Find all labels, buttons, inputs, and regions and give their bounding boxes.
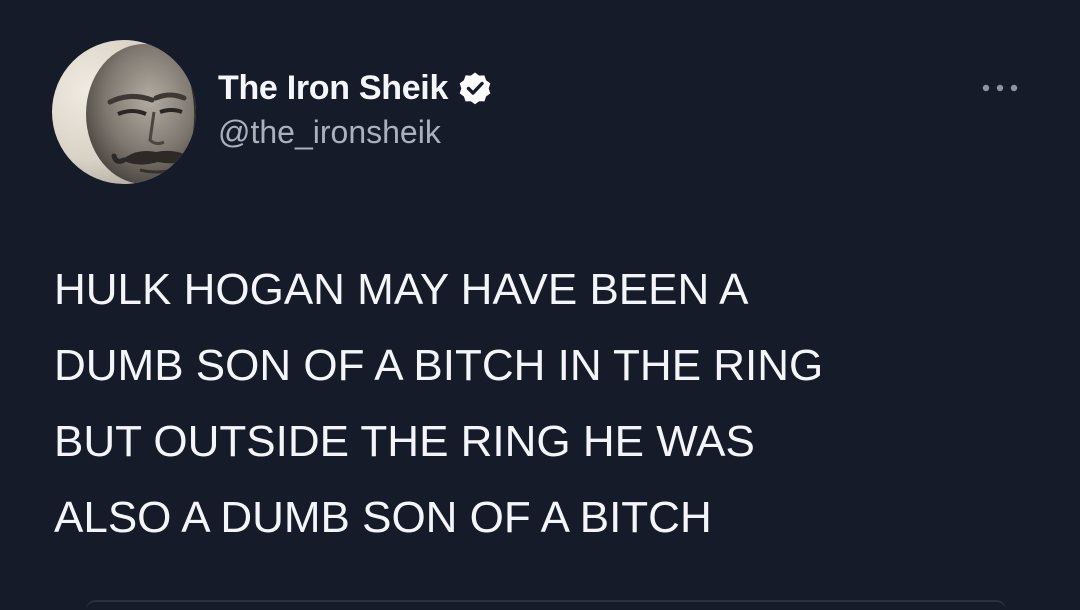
more-options-button[interactable] — [968, 70, 1032, 106]
avatar[interactable] — [52, 40, 196, 184]
name-row: The Iron Sheik — [218, 64, 492, 112]
tweet-text-line: DUMB SON OF A BITCH IN THE RING — [54, 341, 824, 390]
user-handle[interactable]: @the_ironsheik — [218, 114, 492, 151]
tweet-text-line: ALSO A DUMB SON OF A BITCH — [54, 493, 712, 542]
embedded-card-edge — [86, 600, 1006, 610]
tweet-card: The Iron Sheik @the_ironsheik HULK HOGAN… — [0, 0, 1080, 608]
author-info: The Iron Sheik @the_ironsheik — [218, 64, 492, 151]
tweet-text-line: HULK HOGAN MAY HAVE BEEN A — [54, 265, 749, 314]
more-options-icon — [982, 84, 1018, 92]
tweet-text-line: BUT OUTSIDE THE RING HE WAS — [54, 417, 755, 466]
display-name[interactable]: The Iron Sheik — [218, 69, 448, 108]
tweet-text: HULK HOGAN MAY HAVE BEEN A DUMB SON OF A… — [54, 252, 1044, 556]
profile-photo-image — [52, 40, 196, 184]
verified-badge-icon — [458, 71, 492, 105]
